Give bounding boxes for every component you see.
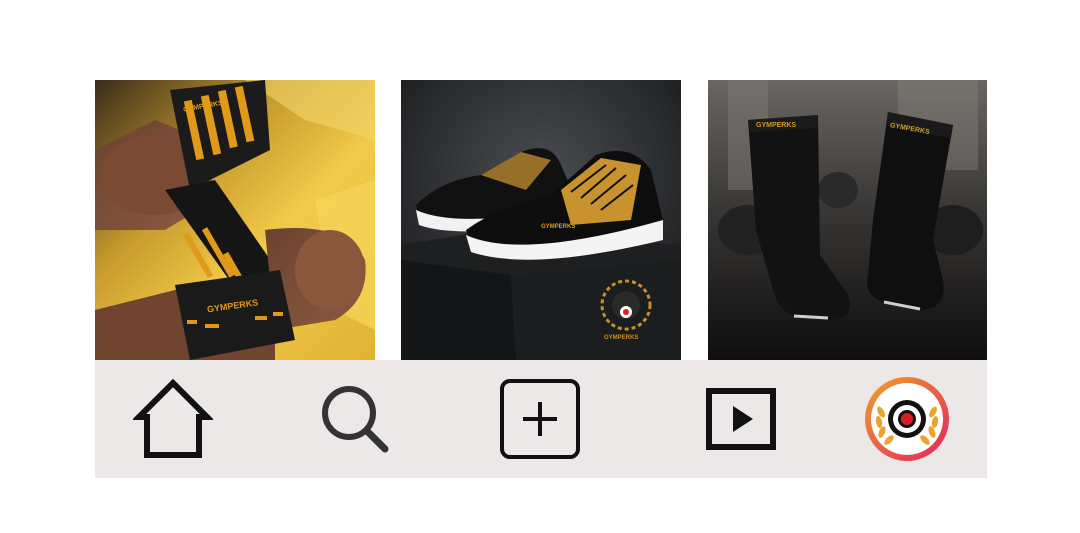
nav-create-post-button[interactable] <box>490 360 590 478</box>
post-thumbnail-sneakers[interactable]: GYMPERKS GYMPERKS <box>401 80 681 360</box>
socks-image: GYMPERKS GYMPERKS <box>708 80 987 360</box>
bottom-navigation-bar <box>95 360 987 478</box>
post-grid: GYMPERKS GYMPERKS GYMPERKS GYMPERKS GYMP… <box>95 80 987 360</box>
nav-profile-button[interactable] <box>857 360 957 478</box>
wrist-wraps-image: GYMPERKS GYMPERKS <box>95 80 375 360</box>
shoe-brand-label: GYMPERKS <box>541 224 575 230</box>
post-thumbnail-socks[interactable]: GYMPERKS GYMPERKS <box>708 80 987 360</box>
nav-home-button[interactable] <box>123 360 223 478</box>
search-icon <box>322 386 389 453</box>
post-thumbnail-wrist-wraps[interactable]: GYMPERKS GYMPERKS <box>95 80 375 360</box>
plus-square-icon <box>500 379 580 459</box>
sneakers-image: GYMPERKS GYMPERKS <box>401 80 681 360</box>
profile-avatar <box>865 377 949 461</box>
home-icon <box>133 378 213 458</box>
play-square-icon <box>706 388 776 450</box>
box-brand-label: GYMPERKS <box>604 335 638 341</box>
nav-reels-button[interactable] <box>691 360 791 478</box>
nav-search-button[interactable] <box>305 360 405 478</box>
sock-brand-label-left: GYMPERKS <box>756 122 796 129</box>
